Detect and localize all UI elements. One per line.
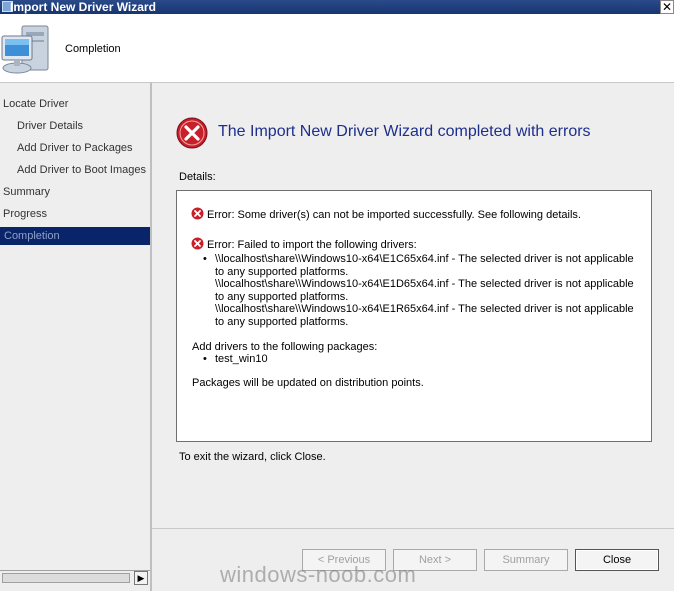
- window-close-button[interactable]: ✕: [660, 0, 674, 14]
- error-text-1: Error: Some driver(s) can not be importe…: [207, 209, 581, 221]
- error-icon: [176, 117, 208, 149]
- watermark: windows-noob.com: [220, 562, 417, 587]
- title-bar: Import New Driver Wizard ✕: [0, 0, 674, 14]
- driver-entry-3: \\localhost\share\\Windows10-x64\E1R65x6…: [215, 303, 634, 328]
- result-heading: The Import New Driver Wizard completed w…: [218, 123, 591, 140]
- wizard-window: Import New Driver Wizard ✕ Completion Lo…: [0, 0, 674, 591]
- package-entry-1: test_win10: [215, 353, 268, 365]
- wizard-steps: Locate Driver Driver Details Add Driver …: [0, 83, 152, 591]
- main-content: The Import New Driver Wizard completed w…: [152, 83, 674, 528]
- step-completion[interactable]: Completion: [0, 227, 150, 245]
- update-note: Packages will be updated on distribution…: [192, 377, 424, 389]
- step-driver-details[interactable]: Driver Details: [17, 117, 83, 135]
- driver-entry-1: \\localhost\share\\Windows10-x64\E1C65x6…: [215, 253, 634, 278]
- error-small-icon: [191, 207, 204, 220]
- error-message-1: Error: Some driver(s) can not be importe…: [191, 207, 581, 221]
- summary-button[interactable]: Summary: [484, 549, 568, 571]
- exit-instruction: To exit the wizard, click Close.: [179, 451, 326, 463]
- error-message-2: Error: Failed to import the following dr…: [191, 237, 417, 251]
- driver-entry-2: \\localhost\share\\Windows10-x64\E1D65x6…: [215, 278, 634, 303]
- page-title: Completion: [65, 43, 121, 55]
- step-progress[interactable]: Progress: [3, 205, 47, 223]
- sidebar-horizontal-scrollbar[interactable]: ▶: [0, 570, 150, 586]
- details-label: Details:: [179, 171, 216, 183]
- wizard-header: Completion: [0, 14, 674, 83]
- packages-heading: Add drivers to the following packages:: [192, 341, 378, 353]
- close-button[interactable]: Close: [575, 549, 659, 571]
- scrollbar-thumb[interactable]: [2, 573, 130, 583]
- bullet-icon: •: [203, 253, 207, 265]
- step-add-driver-to-boot-images[interactable]: Add Driver to Boot Images: [17, 161, 146, 179]
- details-box: Error: Some driver(s) can not be importe…: [176, 190, 652, 442]
- scroll-right-arrow-icon[interactable]: ▶: [134, 571, 148, 585]
- error-small-icon: [191, 237, 204, 250]
- window-title: Import New Driver Wizard: [10, 0, 156, 14]
- bullet-icon: •: [203, 353, 207, 365]
- error-text-2: Error: Failed to import the following dr…: [207, 239, 417, 251]
- computer-icon: [1, 25, 49, 74]
- step-summary[interactable]: Summary: [3, 183, 50, 201]
- step-add-driver-to-packages[interactable]: Add Driver to Packages: [17, 139, 133, 157]
- step-locate-driver[interactable]: Locate Driver: [3, 95, 68, 113]
